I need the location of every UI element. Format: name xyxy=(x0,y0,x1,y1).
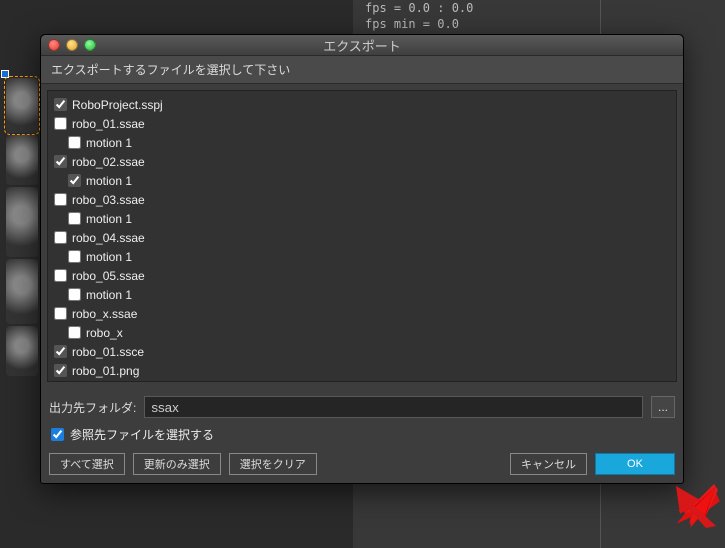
file-row[interactable]: motion 1 xyxy=(52,285,672,304)
file-row[interactable]: motion 1 xyxy=(52,171,672,190)
minimize-icon[interactable] xyxy=(66,39,78,51)
selection-handle[interactable] xyxy=(1,70,9,78)
file-list[interactable]: RoboProject.sspj robo_01.ssaemotion 1 robo… xyxy=(47,90,677,382)
file-label: robo_x.ssae xyxy=(72,307,137,321)
file-row[interactable]: robo_02.ssae xyxy=(52,152,672,171)
fps-line-2: fps min = 0.0 xyxy=(365,16,473,32)
output-folder-input[interactable] xyxy=(144,396,643,418)
file-row[interactable]: RoboProject.sspj xyxy=(52,95,672,114)
file-checkbox[interactable] xyxy=(68,250,81,263)
file-row[interactable]: robo_x.ssae xyxy=(52,304,672,323)
file-row[interactable]: robo_05.ssae xyxy=(52,266,672,285)
thumbnail[interactable] xyxy=(6,135,38,185)
select-updated-button[interactable]: 更新のみ選択 xyxy=(133,453,221,475)
file-row[interactable]: robo_01.png xyxy=(52,361,672,380)
file-row[interactable]: robo_x xyxy=(52,323,672,342)
reference-files-row: 参照先ファイルを選択する xyxy=(51,426,675,443)
fps-readout: fps = 0.0 : 0.0 fps min = 0.0 xyxy=(365,0,473,32)
file-row[interactable]: motion 1 xyxy=(52,209,672,228)
file-label: robo_04.ssae xyxy=(72,231,145,245)
thumbnail[interactable] xyxy=(6,187,38,257)
file-checkbox[interactable] xyxy=(54,193,67,206)
file-label: robo_05.ssae xyxy=(72,269,145,283)
ellipsis-icon: ... xyxy=(658,400,668,414)
file-label: RoboProject.sspj xyxy=(72,98,163,112)
window-controls xyxy=(48,39,96,51)
file-checkbox[interactable] xyxy=(54,231,67,244)
file-checkbox[interactable] xyxy=(68,136,81,149)
dialog-instruction: エクスポートするファイルを選択して下さい xyxy=(41,56,683,84)
file-checkbox[interactable] xyxy=(54,98,67,111)
file-label: motion 1 xyxy=(86,174,132,188)
thumbnail[interactable] xyxy=(6,259,38,324)
thumbnail[interactable] xyxy=(6,78,38,133)
file-label: robo_01.ssce xyxy=(72,345,144,359)
file-label: robo_x xyxy=(86,326,123,340)
file-row[interactable]: robo_01.ssae xyxy=(52,114,672,133)
zoom-icon[interactable] xyxy=(84,39,96,51)
close-icon[interactable] xyxy=(48,39,60,51)
left-button-group: すべて選択 更新のみ選択 選択をクリア xyxy=(49,453,317,475)
file-label: robo_01.ssae xyxy=(72,117,145,131)
file-label: motion 1 xyxy=(86,250,132,264)
thumbnail[interactable] xyxy=(6,326,38,376)
thumbnail-strip xyxy=(6,78,42,376)
file-row[interactable]: motion 1 xyxy=(52,133,672,152)
reference-files-label[interactable]: 参照先ファイルを選択する xyxy=(70,426,214,443)
file-row[interactable]: motion 1 xyxy=(52,247,672,266)
output-folder-row: 出力先フォルダ: ... xyxy=(49,396,675,418)
file-row[interactable]: robo_03.ssae xyxy=(52,190,672,209)
file-checkbox[interactable] xyxy=(54,155,67,168)
file-label: motion 1 xyxy=(86,136,132,150)
file-checkbox[interactable] xyxy=(68,288,81,301)
export-dialog: エクスポート エクスポートするファイルを選択して下さい RoboProject.… xyxy=(40,34,684,484)
right-button-group: キャンセル OK xyxy=(510,453,675,475)
file-checkbox[interactable] xyxy=(54,117,67,130)
clear-selection-button[interactable]: 選択をクリア xyxy=(229,453,317,475)
file-row[interactable]: robo_04.ssae xyxy=(52,228,672,247)
file-checkbox[interactable] xyxy=(54,345,67,358)
file-label: robo_03.ssae xyxy=(72,193,145,207)
dialog-titlebar[interactable]: エクスポート xyxy=(41,35,683,56)
file-label: motion 1 xyxy=(86,212,132,226)
file-checkbox[interactable] xyxy=(54,269,67,282)
fps-line-1: fps = 0.0 : 0.0 xyxy=(365,0,473,16)
browse-button[interactable]: ... xyxy=(651,396,675,418)
file-checkbox[interactable] xyxy=(68,326,81,339)
file-label: robo_01.png xyxy=(72,364,139,378)
cancel-button[interactable]: キャンセル xyxy=(510,453,587,475)
output-folder-label: 出力先フォルダ: xyxy=(49,399,136,416)
file-checkbox[interactable] xyxy=(54,307,67,320)
file-row[interactable]: robo_01.ssce xyxy=(52,342,672,361)
ok-button[interactable]: OK xyxy=(595,453,675,475)
dialog-buttonbar: すべて選択 更新のみ選択 選択をクリア キャンセル OK xyxy=(49,453,675,475)
dialog-title: エクスポート xyxy=(41,36,683,55)
select-all-button[interactable]: すべて選択 xyxy=(49,453,125,475)
file-label: robo_02.ssae xyxy=(72,155,145,169)
file-checkbox[interactable] xyxy=(68,174,81,187)
file-checkbox[interactable] xyxy=(68,212,81,225)
reference-files-checkbox[interactable] xyxy=(51,428,64,441)
file-checkbox[interactable] xyxy=(54,364,67,377)
file-label: motion 1 xyxy=(86,288,132,302)
